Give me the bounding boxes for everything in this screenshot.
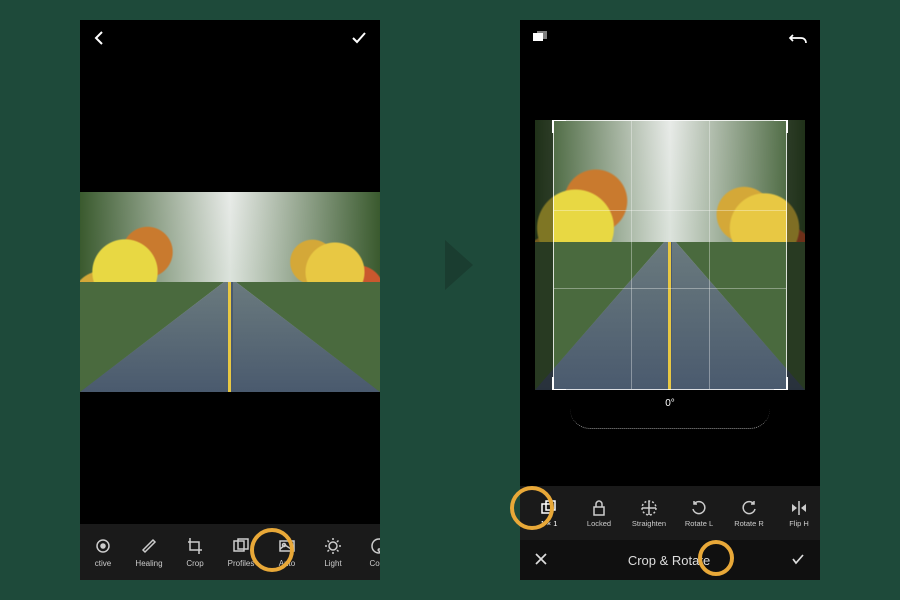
back-button[interactable] — [92, 30, 108, 51]
apply-button[interactable] — [790, 551, 806, 570]
photo-preview — [535, 120, 805, 390]
phone-edit-view: ctive Healing Crop Profiles Auto Light C… — [80, 20, 380, 580]
tool-healing[interactable]: Healing — [126, 536, 172, 568]
crop-handle-br[interactable] — [774, 377, 788, 390]
phone-crop-view: 0° 1 × 1 Locked Straighten Rotate L Rota… — [520, 20, 820, 580]
photo-preview — [80, 192, 380, 392]
tool-label: Light — [324, 559, 341, 568]
undo-button[interactable] — [788, 30, 808, 51]
tool-label: Color — [369, 559, 380, 568]
tool-label: 1 × 1 — [541, 519, 558, 528]
crop-frame[interactable] — [553, 120, 787, 390]
tool-crop[interactable]: Crop — [172, 536, 218, 568]
tool-label: Straighten — [632, 519, 666, 528]
tool-label: Rotate L — [685, 519, 713, 528]
rotate-right-button[interactable]: Rotate R — [724, 499, 774, 528]
tool-label: Healing — [135, 559, 162, 568]
crop-handle-bl[interactable] — [552, 377, 566, 390]
tool-label: Flip H — [789, 519, 809, 528]
angle-readout: 0° — [665, 398, 675, 409]
step-arrow-icon — [445, 240, 473, 290]
lock-aspect-button[interactable]: Locked — [574, 499, 624, 528]
tool-label: Auto — [279, 559, 295, 568]
filmstrip-button[interactable] — [532, 30, 550, 51]
top-bar — [80, 20, 380, 60]
crop-canvas[interactable]: 0° — [520, 60, 820, 486]
crop-handle-tl[interactable] — [552, 120, 566, 133]
tool-label: Profiles — [228, 559, 255, 568]
photo-canvas[interactable] — [80, 60, 380, 524]
tool-color[interactable]: Color — [356, 536, 380, 568]
straighten-dial[interactable]: 0° — [520, 398, 820, 438]
tool-label: ctive — [95, 559, 111, 568]
rotate-left-button[interactable]: Rotate L — [674, 499, 724, 528]
crop-handle-tr[interactable] — [774, 120, 788, 133]
tool-auto[interactable]: Auto — [264, 536, 310, 568]
tool-label: Locked — [587, 519, 611, 528]
panel-title-bar: Crop & Rotate — [520, 540, 820, 580]
flip-horizontal-button[interactable]: Flip H — [774, 499, 820, 528]
panel-title: Crop & Rotate — [628, 553, 710, 568]
straighten-button[interactable]: Straighten — [624, 499, 674, 528]
tool-selective[interactable]: ctive — [80, 536, 126, 568]
crop-tool-strip: 1 × 1 Locked Straighten Rotate L Rotate … — [520, 486, 820, 540]
tool-profiles[interactable]: Profiles — [218, 536, 264, 568]
confirm-button[interactable] — [350, 29, 368, 52]
edit-tool-strip: ctive Healing Crop Profiles Auto Light C… — [80, 524, 380, 580]
aspect-ratio-button[interactable]: 1 × 1 — [524, 499, 574, 528]
tool-light[interactable]: Light — [310, 536, 356, 568]
tool-label: Rotate R — [734, 519, 764, 528]
cancel-button[interactable] — [534, 552, 548, 569]
tool-label: Crop — [186, 559, 203, 568]
top-bar — [520, 20, 820, 60]
